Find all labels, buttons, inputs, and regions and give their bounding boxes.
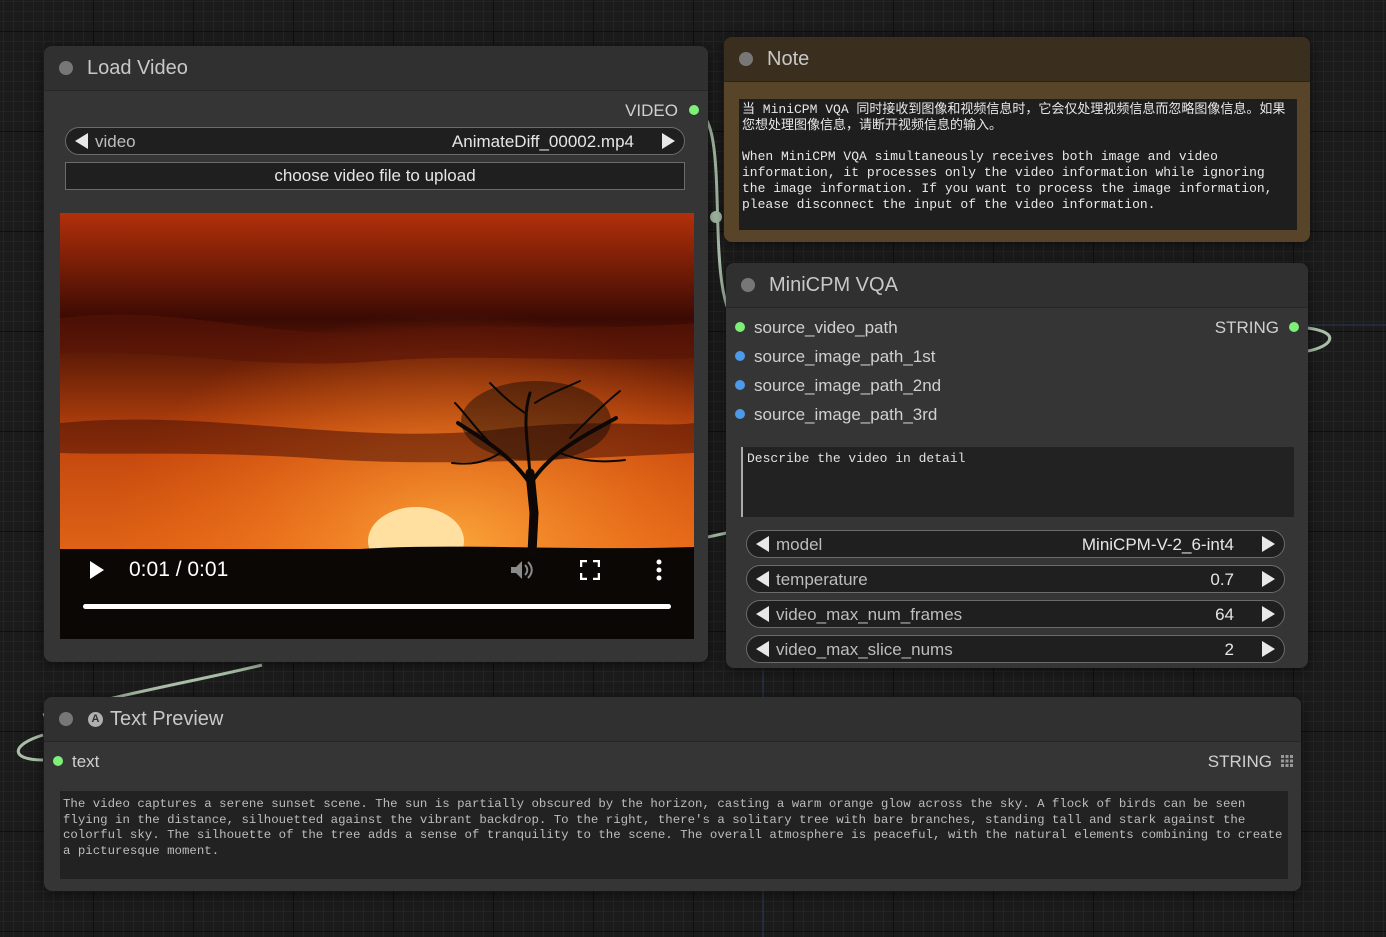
- widget-label: model: [776, 535, 823, 554]
- arrow-left-icon[interactable]: [756, 641, 769, 657]
- progress-fill: [83, 604, 671, 609]
- grid-icon[interactable]: [1281, 755, 1293, 767]
- input-slot-image-2nd[interactable]: [735, 380, 745, 390]
- prompt-textarea[interactable]: Describe the video in detail: [741, 447, 1294, 517]
- node-title-bar[interactable]: A Text Preview: [44, 697, 1301, 742]
- arrow-left-icon[interactable]: [75, 133, 88, 149]
- text-preview-node[interactable]: A Text Preview text STRING The video cap…: [44, 697, 1301, 891]
- link-reroute-dot: [710, 211, 722, 223]
- arrow-left-icon[interactable]: [756, 571, 769, 587]
- collapse-dot[interactable]: [739, 52, 753, 66]
- output-slot-string[interactable]: [1289, 322, 1299, 332]
- widget-value: 64: [1215, 605, 1234, 624]
- arrow-right-icon[interactable]: [1262, 571, 1275, 587]
- input-label-video-path: source_video_path: [754, 318, 898, 337]
- note-text-zh: 当 MiniCPM VQA 同时接收到图像和视频信息时，它会仅处理视频信息而忽略…: [742, 102, 1286, 133]
- widget-value: AnimateDiff_00002.mp4: [451, 132, 634, 151]
- widget-value: MiniCPM-V-2_6-int4: [1081, 535, 1234, 554]
- node-title: Text Preview: [110, 708, 224, 730]
- note-text-en: When MiniCPM VQA simultaneously receives…: [742, 149, 1273, 212]
- more-vert-icon[interactable]: [655, 559, 663, 581]
- collapse-dot[interactable]: [59, 61, 73, 75]
- input-label-image-1st: source_image_path_1st: [754, 347, 936, 366]
- temperature-widget[interactable]: temperature 0.7: [746, 565, 1285, 593]
- widget-label: video_max_num_frames: [776, 605, 963, 624]
- input-label-image-3rd: source_image_path_3rd: [754, 405, 938, 424]
- input-slot-text[interactable]: [53, 756, 63, 766]
- badge-a-icon: A: [88, 712, 103, 727]
- arrow-right-icon[interactable]: [1262, 606, 1275, 622]
- collapse-dot[interactable]: [59, 712, 73, 726]
- model-widget[interactable]: model MiniCPM-V-2_6-int4: [746, 530, 1285, 558]
- link-preview-in: [16, 733, 44, 762]
- progress-track[interactable]: [83, 604, 671, 609]
- video-select-widget[interactable]: video AnimateDiff_00002.mp4: [65, 127, 685, 155]
- input-label-text: text: [72, 752, 100, 771]
- collapse-dot[interactable]: [741, 278, 755, 292]
- widget-label: video_max_slice_nums: [776, 640, 953, 659]
- input-slot-image-1st[interactable]: [735, 351, 745, 361]
- upload-button[interactable]: choose video file to upload: [65, 162, 685, 190]
- widget-label: temperature: [776, 570, 868, 589]
- node-title: Load Video: [87, 57, 188, 79]
- node-title-bar[interactable]: Load Video: [44, 46, 708, 91]
- load-video-node[interactable]: Load Video VIDEO video AnimateDiff_00002…: [44, 46, 708, 662]
- volume-icon[interactable]: [508, 558, 534, 582]
- arrow-left-icon[interactable]: [756, 536, 769, 552]
- widget-value: 2: [1224, 640, 1234, 659]
- widget-label: video: [95, 132, 136, 151]
- output-label-string: STRING: [1207, 752, 1272, 771]
- video-max-num-frames-widget[interactable]: video_max_num_frames 64: [746, 600, 1285, 628]
- node-title: Note: [767, 48, 810, 70]
- node-title: MiniCPM VQA: [769, 274, 898, 296]
- time-display: 0:01 / 0:01: [129, 558, 229, 581]
- fullscreen-icon[interactable]: [580, 560, 600, 580]
- minicpm-vqa-node[interactable]: MiniCPM VQA source_video_path source_ima…: [726, 263, 1308, 668]
- input-slot-video-path[interactable]: [735, 322, 745, 332]
- output-label-video: VIDEO: [625, 101, 678, 120]
- arrow-right-icon[interactable]: [1262, 641, 1275, 657]
- arrow-left-icon[interactable]: [756, 606, 769, 622]
- note-textarea[interactable]: 当 MiniCPM VQA 同时接收到图像和视频信息时，它会仅处理视频信息而忽略…: [739, 99, 1297, 230]
- preview-textarea[interactable]: The video captures a serene sunset scene…: [60, 791, 1288, 879]
- play-icon[interactable]: [90, 561, 104, 579]
- video-player[interactable]: 0:01 / 0:01: [60, 213, 694, 639]
- video-max-slice-nums-widget[interactable]: video_max_slice_nums 2: [746, 635, 1285, 663]
- output-label-string: STRING: [1214, 318, 1279, 337]
- widget-value: 0.7: [1210, 570, 1234, 589]
- node-title-bar[interactable]: MiniCPM VQA: [726, 263, 1308, 308]
- output-slot-video[interactable]: [689, 105, 699, 115]
- arrow-right-icon[interactable]: [1262, 536, 1275, 552]
- note-node[interactable]: Note 当 MiniCPM VQA 同时接收到图像和视频信息时，它会仅处理视频…: [724, 37, 1310, 242]
- input-slot-image-3rd[interactable]: [735, 409, 745, 419]
- input-label-image-2nd: source_image_path_2nd: [754, 376, 942, 395]
- node-title-bar[interactable]: Note: [724, 37, 1310, 82]
- arrow-right-icon[interactable]: [662, 133, 675, 149]
